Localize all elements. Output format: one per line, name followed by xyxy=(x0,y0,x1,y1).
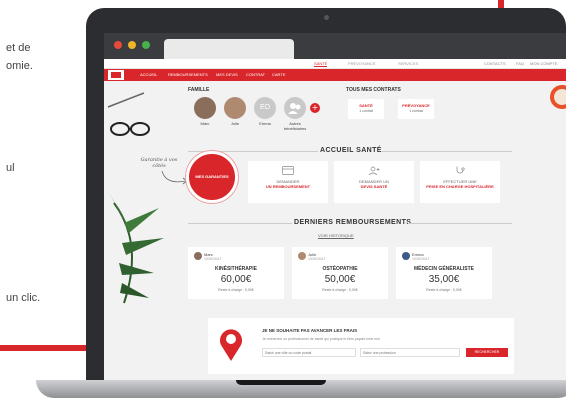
reimbursement-amount: 60,00€ xyxy=(220,274,252,285)
contract-card-prevoyance[interactable]: PRÉVOYANCE 1 contrat xyxy=(398,99,434,119)
faq-link[interactable]: FAQ xyxy=(516,61,524,66)
contract-sub: 1 contrat xyxy=(409,109,423,113)
group-icon xyxy=(288,103,301,114)
account-link[interactable]: MON COMPTE xyxy=(530,61,558,66)
subnav-devis[interactable]: MES DEVIS xyxy=(216,72,238,77)
camera-icon xyxy=(324,15,329,20)
search-description: Je recherche un professionnel de santé q… xyxy=(262,337,380,341)
family-title: FAMILLE xyxy=(188,87,210,93)
laptop-mockup: SANTÉ PRÉVOYANCE SERVICES CONTACTS FAQ M… xyxy=(36,8,566,411)
handwritten-note: Garantie à vos côtés xyxy=(140,157,178,169)
profession-input[interactable] xyxy=(360,348,460,357)
add-member-button[interactable]: + xyxy=(310,103,320,113)
action-card-hospitaliere[interactable]: EFFECTUER UNE PRISE EN CHARGE HOSPITALIÈ… xyxy=(420,161,500,203)
subnav-carte[interactable]: CARTE xyxy=(272,72,285,77)
avatar xyxy=(194,252,202,260)
marketing-line-2: omie. xyxy=(6,60,33,72)
stethoscope-icon xyxy=(456,166,465,174)
laptop-notch xyxy=(236,380,326,385)
guarantees-badge[interactable]: MES GARANTIES xyxy=(186,151,238,203)
subnav-accueil[interactable]: ACCUEIL xyxy=(140,72,157,77)
title-rule-left xyxy=(188,223,292,224)
member-name-emma: Emma xyxy=(259,121,271,126)
avatar-emma[interactable]: EO xyxy=(254,97,276,119)
reimbursement-date: 10/02/2017 xyxy=(412,257,430,261)
avatar-marc[interactable] xyxy=(194,97,216,119)
guarantees-badge-text: MES GARANTIES xyxy=(195,174,229,179)
accueil-title: ACCUEIL SANTÉ xyxy=(320,147,382,154)
avatar-others[interactable] xyxy=(284,97,306,119)
member-sub-others: bénéficiaires xyxy=(283,126,307,131)
laptop-screen: SANTÉ PRÉVOYANCE SERVICES CONTACTS FAQ M… xyxy=(104,33,566,381)
logo-mark xyxy=(111,72,121,78)
history-link[interactable]: VOIR HISTORIQUE xyxy=(318,233,354,238)
reimbursement-category: MÉDECIN GÉNÉRALISTE xyxy=(413,266,474,272)
card-icon xyxy=(282,166,294,175)
laptop-base xyxy=(36,380,566,398)
minimize-dot-icon[interactable] xyxy=(128,41,136,49)
reimbursement-card-marc[interactable]: Marc 10/02/2017 KINÉSITHÉRAPIE 60,00€ Re… xyxy=(188,247,284,299)
reimbursement-card-emma[interactable]: Emma 10/02/2017 MÉDECIN GÉNÉRALISTE 35,0… xyxy=(396,247,492,299)
member-name-julie: Julie xyxy=(230,121,240,126)
action-line-2: DEVIS SANTÉ xyxy=(360,184,388,189)
search-button[interactable]: RECHERCHER xyxy=(466,348,508,357)
logo[interactable] xyxy=(108,70,124,80)
subnav-contrat[interactable]: CONTRAT xyxy=(246,72,265,77)
reimbursement-category: KINÉSITHÉRAPIE xyxy=(215,266,257,272)
reimbursement-date: 10/02/2017 xyxy=(204,257,222,261)
location-pin-icon xyxy=(220,329,242,361)
contract-card-sante[interactable]: SANTÉ 1 contrat xyxy=(348,99,384,119)
reimbursement-card-julie[interactable]: Julie 10/02/2017 OSTÉOPATHIE 50,00€ Rest… xyxy=(292,247,388,299)
contract-sub: 1 contrat xyxy=(359,109,373,113)
browser-bar xyxy=(104,33,566,59)
reimbursement-date: 10/02/2017 xyxy=(308,257,326,261)
contract-title: PRÉVOYANCE xyxy=(402,103,430,108)
marketing-line-3: ul xyxy=(6,162,15,174)
title-rule-right xyxy=(382,151,512,152)
search-panel: JE NE SOUHAITE PAS AVANCER LES FRAIS Je … xyxy=(208,318,514,374)
action-card-devis[interactable]: DEMANDER UN DEVIS SANTÉ xyxy=(334,161,414,203)
title-rule-right xyxy=(408,223,512,224)
member-name-marc: Marc xyxy=(200,121,210,126)
action-card-remboursement[interactable]: DEMANDER UN REMBOURSEMENT xyxy=(248,161,328,203)
avatar-julie[interactable] xyxy=(224,97,246,119)
reimbursement-amount: 50,00€ xyxy=(324,274,356,285)
search-title: JE NE SOUHAITE PAS AVANCER LES FRAIS xyxy=(262,328,358,333)
reimbursement-amount: 35,00€ xyxy=(428,274,460,285)
tab-sante[interactable]: SANTÉ xyxy=(314,61,328,67)
close-dot-icon[interactable] xyxy=(114,41,122,49)
reimbursement-category: OSTÉOPATHIE xyxy=(322,266,358,272)
reimbursement-remaining: Reste à charge : 0,00€ xyxy=(218,288,254,292)
reimbursement-remaining: Reste à charge : 0,00€ xyxy=(322,288,358,292)
avatar xyxy=(298,252,306,260)
contract-title: SANTÉ xyxy=(359,103,373,108)
subnav-remboursements[interactable]: REMBOURSEMENTS xyxy=(168,72,208,77)
browser-tab[interactable] xyxy=(164,39,294,59)
tab-services[interactable]: SERVICES xyxy=(398,61,418,66)
contracts-title: TOUS MES CONTRATS xyxy=(346,87,401,93)
marketing-line-1: et de xyxy=(6,42,31,54)
action-line-2: PRISE EN CHARGE HOSPITALIÈRE xyxy=(426,184,494,189)
sub-navigation: ACCUEIL REMBOURSEMENTS MES DEVIS CONTRAT… xyxy=(104,69,566,81)
top-navigation: SANTÉ PRÉVOYANCE SERVICES CONTACTS FAQ M… xyxy=(104,59,566,69)
contacts-link[interactable]: CONTACTS xyxy=(484,61,506,66)
coffee-cup-photo xyxy=(550,85,566,109)
reimbursements-title: DERNIERS REMBOURSEMENTS xyxy=(294,219,412,226)
action-line-2: UN REMBOURSEMENT xyxy=(265,184,311,189)
red-divider xyxy=(0,345,95,351)
tab-prevoyance[interactable]: PRÉVOYANCE xyxy=(348,61,376,66)
maximize-dot-icon[interactable] xyxy=(142,41,150,49)
glasses-photo xyxy=(104,83,164,153)
avatar xyxy=(402,252,410,260)
marketing-line-4: un clic. xyxy=(6,292,41,304)
reimbursement-remaining: Reste à charge : 0,00€ xyxy=(426,288,462,292)
add-user-icon xyxy=(368,166,380,175)
plant-photo xyxy=(109,193,164,304)
city-input[interactable] xyxy=(262,348,356,357)
